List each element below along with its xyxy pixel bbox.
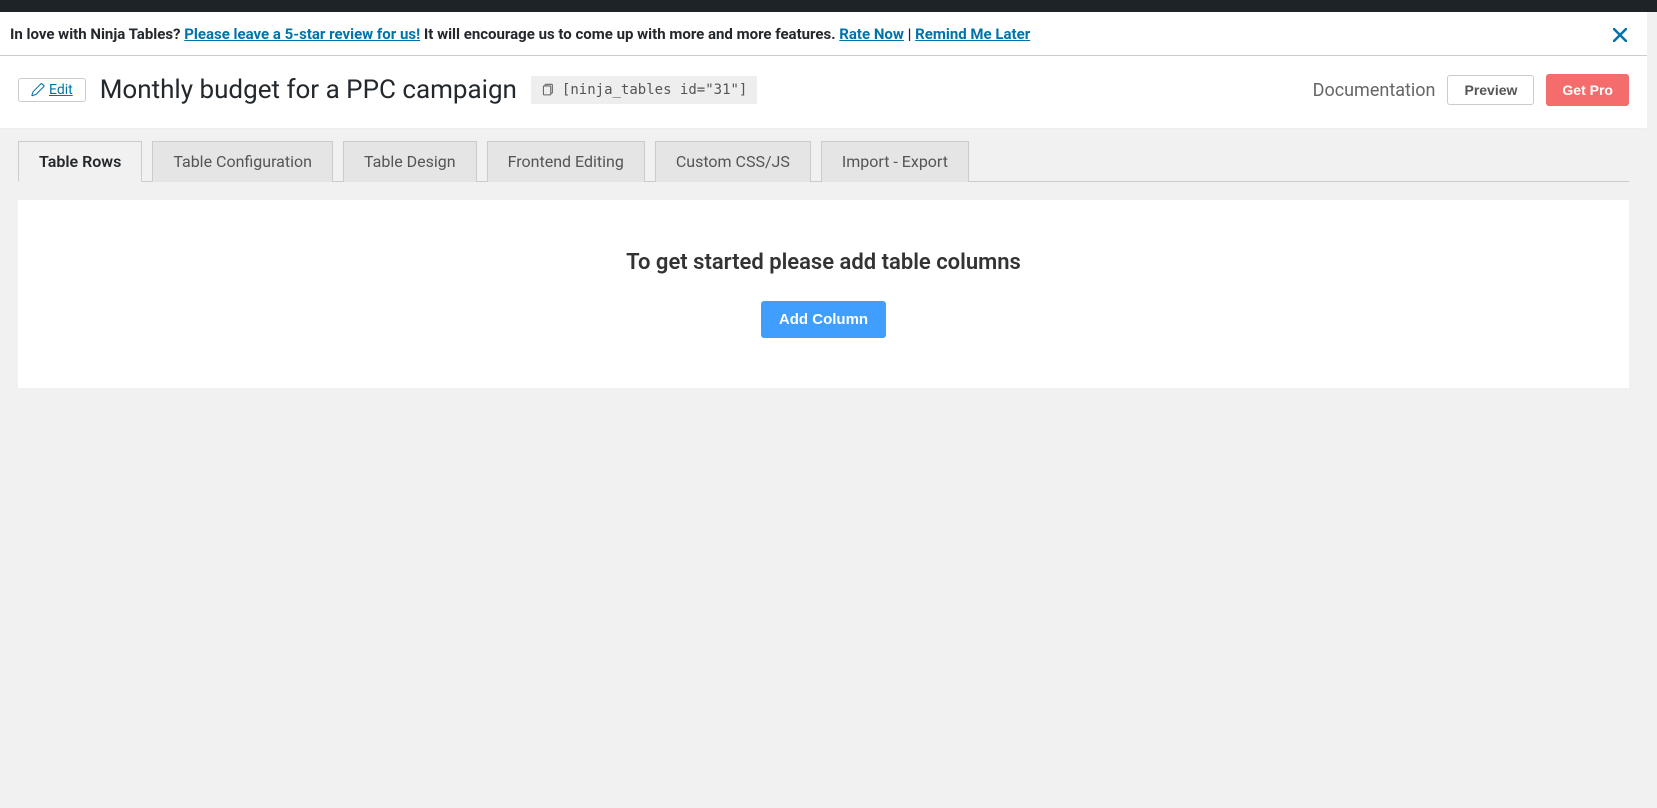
leave-review-link[interactable]: Please leave a 5-star review for us! <box>184 25 420 43</box>
tab-table-configuration[interactable]: Table Configuration <box>152 141 333 182</box>
edit-label: Edit <box>49 82 73 98</box>
notice-text: In love with Ninja Tables? Please leave … <box>10 25 1030 43</box>
tab-table-rows[interactable]: Table Rows <box>18 141 142 182</box>
edit-button[interactable]: Edit <box>18 78 86 102</box>
notice-pre-text: In love with Ninja Tables? <box>10 25 184 43</box>
wp-admin-bar <box>0 0 1657 12</box>
empty-state-title: To get started please add table columns <box>38 250 1609 275</box>
shortcode-text: [ninja_tables id="31"] <box>562 82 747 98</box>
rate-now-link[interactable]: Rate Now <box>839 25 904 43</box>
page-header: Edit Monthly budget for a PPC campaign [… <box>0 56 1647 129</box>
close-icon[interactable] <box>1613 24 1627 43</box>
header-actions: Documentation Preview Get Pro <box>1313 74 1629 106</box>
preview-button[interactable]: Preview <box>1447 75 1534 105</box>
tab-table-design[interactable]: Table Design <box>343 141 477 182</box>
copy-icon <box>541 82 554 98</box>
tab-custom-css-js[interactable]: Custom CSS/JS <box>655 141 811 182</box>
documentation-link[interactable]: Documentation <box>1313 80 1436 101</box>
empty-state-card: To get started please add table columns … <box>18 200 1629 388</box>
add-column-button[interactable]: Add Column <box>761 301 886 338</box>
page-title: Monthly budget for a PPC campaign <box>100 75 517 105</box>
shortcode-display[interactable]: [ninja_tables id="31"] <box>531 76 757 104</box>
get-pro-button[interactable]: Get Pro <box>1546 74 1629 106</box>
remind-later-link[interactable]: Remind Me Later <box>915 25 1030 43</box>
tabs-container: Table Rows Table Configuration Table Des… <box>0 129 1647 182</box>
tab-import-export[interactable]: Import - Export <box>821 141 969 182</box>
tabs-nav: Table Rows Table Configuration Table Des… <box>18 141 1629 182</box>
pencil-icon <box>31 82 45 98</box>
tab-frontend-editing[interactable]: Frontend Editing <box>487 141 645 182</box>
notice-mid-text: It will encourage us to come up with mor… <box>424 25 839 43</box>
review-notice: In love with Ninja Tables? Please leave … <box>0 12 1647 56</box>
